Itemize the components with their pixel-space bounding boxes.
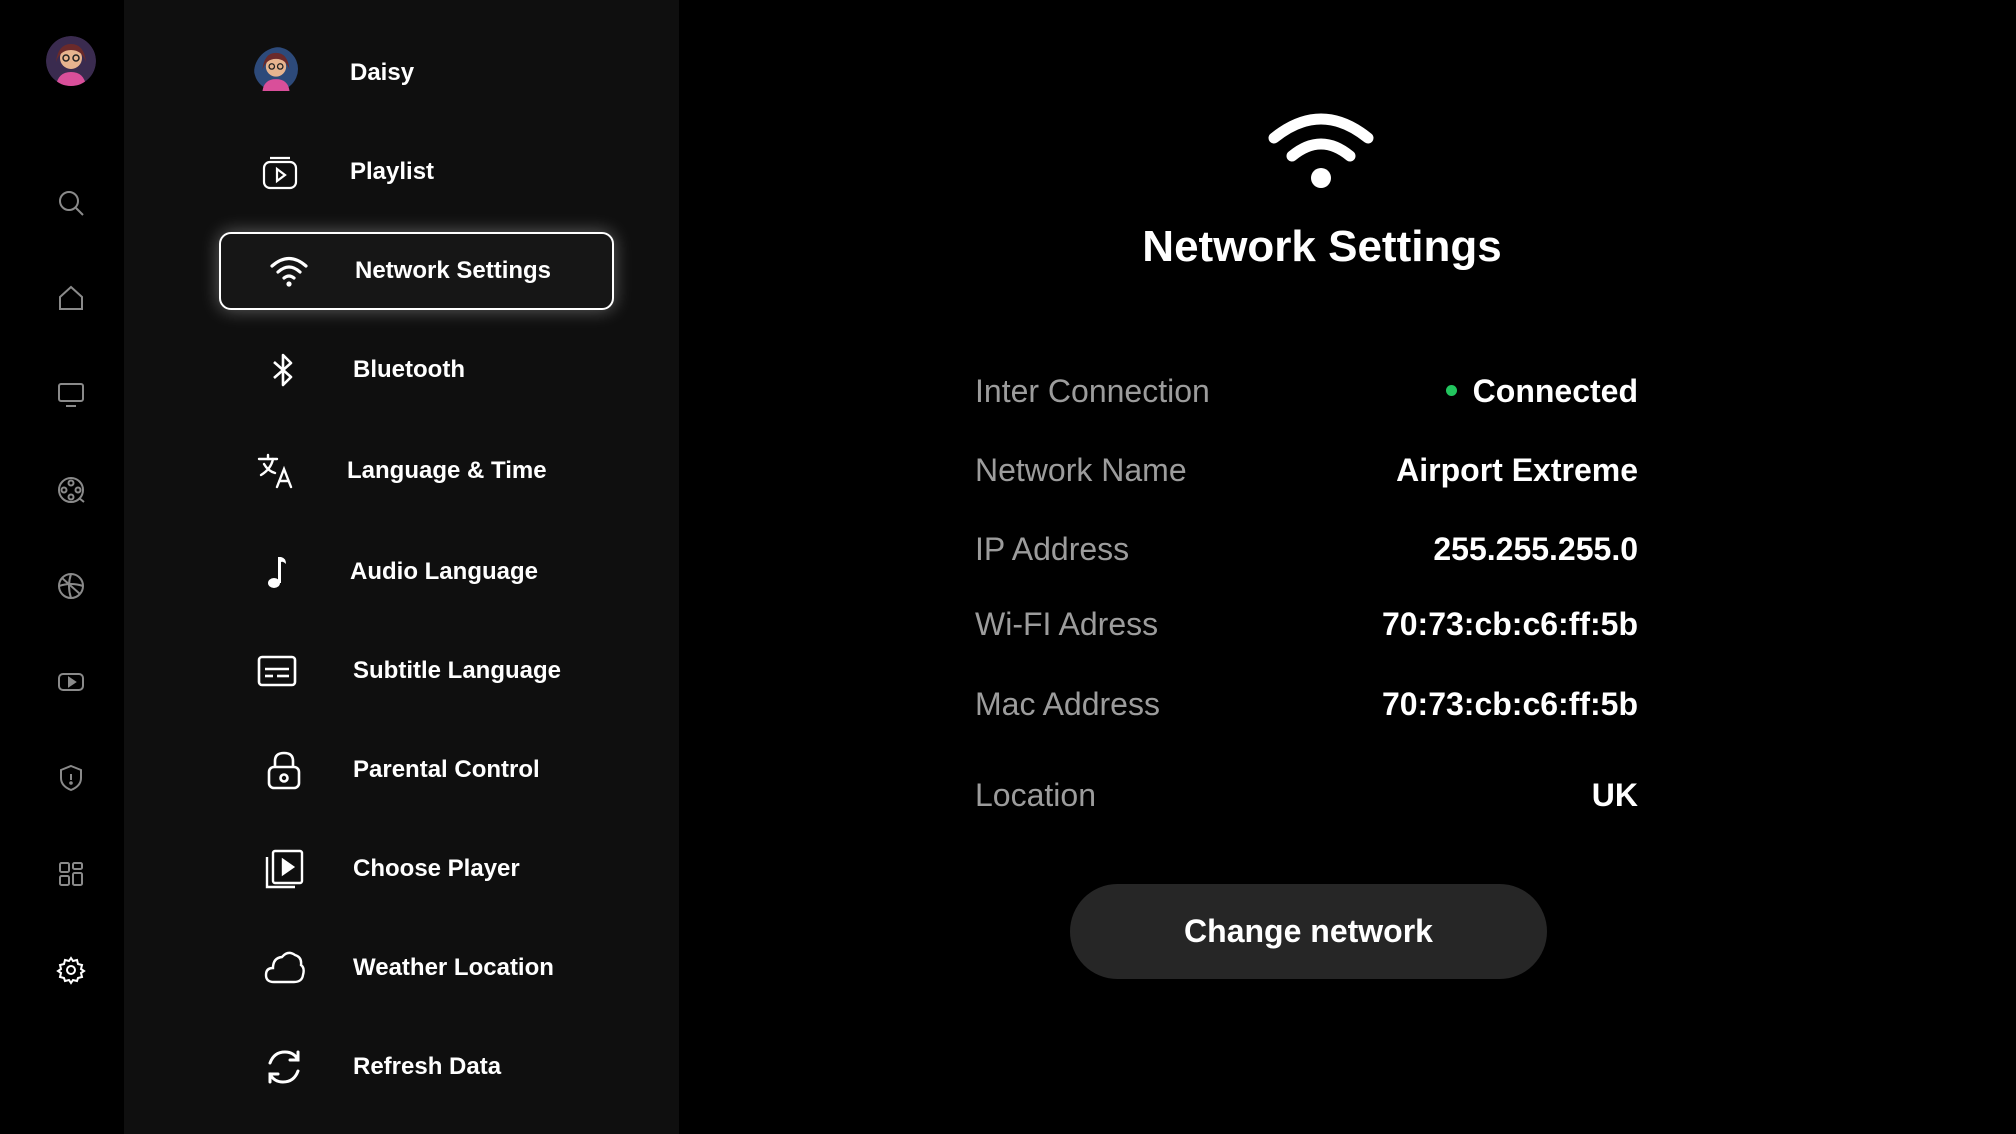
info-label: IP Address <box>975 531 1130 567</box>
wifi-icon <box>263 245 315 297</box>
info-row-location: Location UK <box>975 770 1638 820</box>
info-row-connection: Inter Connection Connected <box>975 366 1638 416</box>
page-title: Network Settings <box>1142 222 1502 271</box>
nav-rail <box>0 0 124 1134</box>
refresh-icon <box>258 1041 310 1093</box>
menu-item-label: Playlist <box>350 158 435 185</box>
menu-item-label: Daisy <box>350 59 415 86</box>
info-label: Inter Connection <box>975 373 1210 409</box>
menu-item-label: Weather Location <box>353 954 554 981</box>
film-reel-icon[interactable] <box>54 473 88 507</box>
subtitles-icon <box>251 645 303 697</box>
gear-icon[interactable] <box>54 953 88 987</box>
video-play-icon[interactable] <box>54 665 88 699</box>
playlist-icon <box>254 146 306 198</box>
info-label: Network Name <box>975 452 1187 488</box>
menu-item-label: Parental Control <box>353 756 540 783</box>
info-row-ip-address: IP Address 255.255.255.0 <box>975 524 1638 574</box>
info-label: Wi-FI Adress <box>975 606 1159 642</box>
menu-item-label: Bluetooth <box>353 356 465 383</box>
info-row-mac-address: Mac Address 70:73:cb:c6:ff:5b <box>975 679 1638 729</box>
lock-icon <box>258 744 310 796</box>
grid-apps-icon[interactable] <box>54 857 88 891</box>
rail-avatar[interactable] <box>46 36 96 86</box>
avatar <box>254 47 306 99</box>
menu-item-label: Language & Time <box>347 457 547 484</box>
menu-item-profile[interactable]: Daisy <box>219 34 614 112</box>
player-icon <box>258 843 310 895</box>
menu-item-label: Refresh Data <box>353 1053 502 1080</box>
sports-ball-icon[interactable] <box>54 569 88 603</box>
menu-item-label: Network Settings <box>355 257 552 284</box>
cloud-icon <box>258 942 310 994</box>
bluetooth-icon <box>257 344 309 396</box>
tv-icon[interactable] <box>54 377 88 411</box>
info-row-network-name: Network Name Airport Extreme <box>975 445 1638 495</box>
music-note-icon <box>252 546 304 598</box>
info-value: 70:73:cb:c6:ff:5b <box>1381 606 1638 642</box>
info-row-wifi-address: Wi-FI Adress 70:73:cb:c6:ff:5b <box>975 599 1638 649</box>
menu-item-parental-control[interactable]: Parental Control <box>219 731 614 809</box>
info-value: UK <box>1591 777 1638 813</box>
menu-item-network-settings[interactable]: Network Settings <box>219 232 614 310</box>
menu-item-language-time[interactable]: Language & Time <box>219 432 614 510</box>
menu-item-audio-language[interactable]: Audio Language <box>219 533 614 611</box>
shield-icon[interactable] <box>54 761 88 795</box>
translate-icon <box>249 445 301 497</box>
status-text: Connected <box>1472 373 1638 409</box>
menu-item-choose-player[interactable]: Choose Player <box>219 830 614 908</box>
wifi-icon <box>1266 106 1376 190</box>
home-icon[interactable] <box>54 281 88 315</box>
menu-item-label: Subtitle Language <box>353 657 562 684</box>
menu-item-subtitle-language[interactable]: Subtitle Language <box>219 632 614 710</box>
info-value: Airport Extreme <box>1396 452 1638 488</box>
search-icon[interactable] <box>54 186 88 220</box>
menu-item-bluetooth[interactable]: Bluetooth <box>219 331 614 409</box>
status-dot-icon <box>1445 385 1457 397</box>
menu-item-playlist[interactable]: Playlist <box>219 133 614 211</box>
info-value: 70:73:cb:c6:ff:5b <box>1381 686 1638 722</box>
menu-item-label: Choose Player <box>353 855 520 882</box>
settings-menu: Daisy Playlist Network Settings Bluetoot… <box>124 0 679 1134</box>
info-label: Location <box>975 777 1096 813</box>
menu-item-refresh-data[interactable]: Refresh Data <box>219 1028 614 1106</box>
menu-item-weather-location[interactable]: Weather Location <box>219 929 614 1007</box>
info-label: Mac Address <box>975 686 1160 722</box>
menu-item-label: Audio Language <box>350 558 538 585</box>
info-value: 255.255.255.0 <box>1433 531 1638 567</box>
info-value: Connected <box>1445 366 1638 416</box>
change-network-button[interactable]: Change network <box>1070 884 1547 979</box>
